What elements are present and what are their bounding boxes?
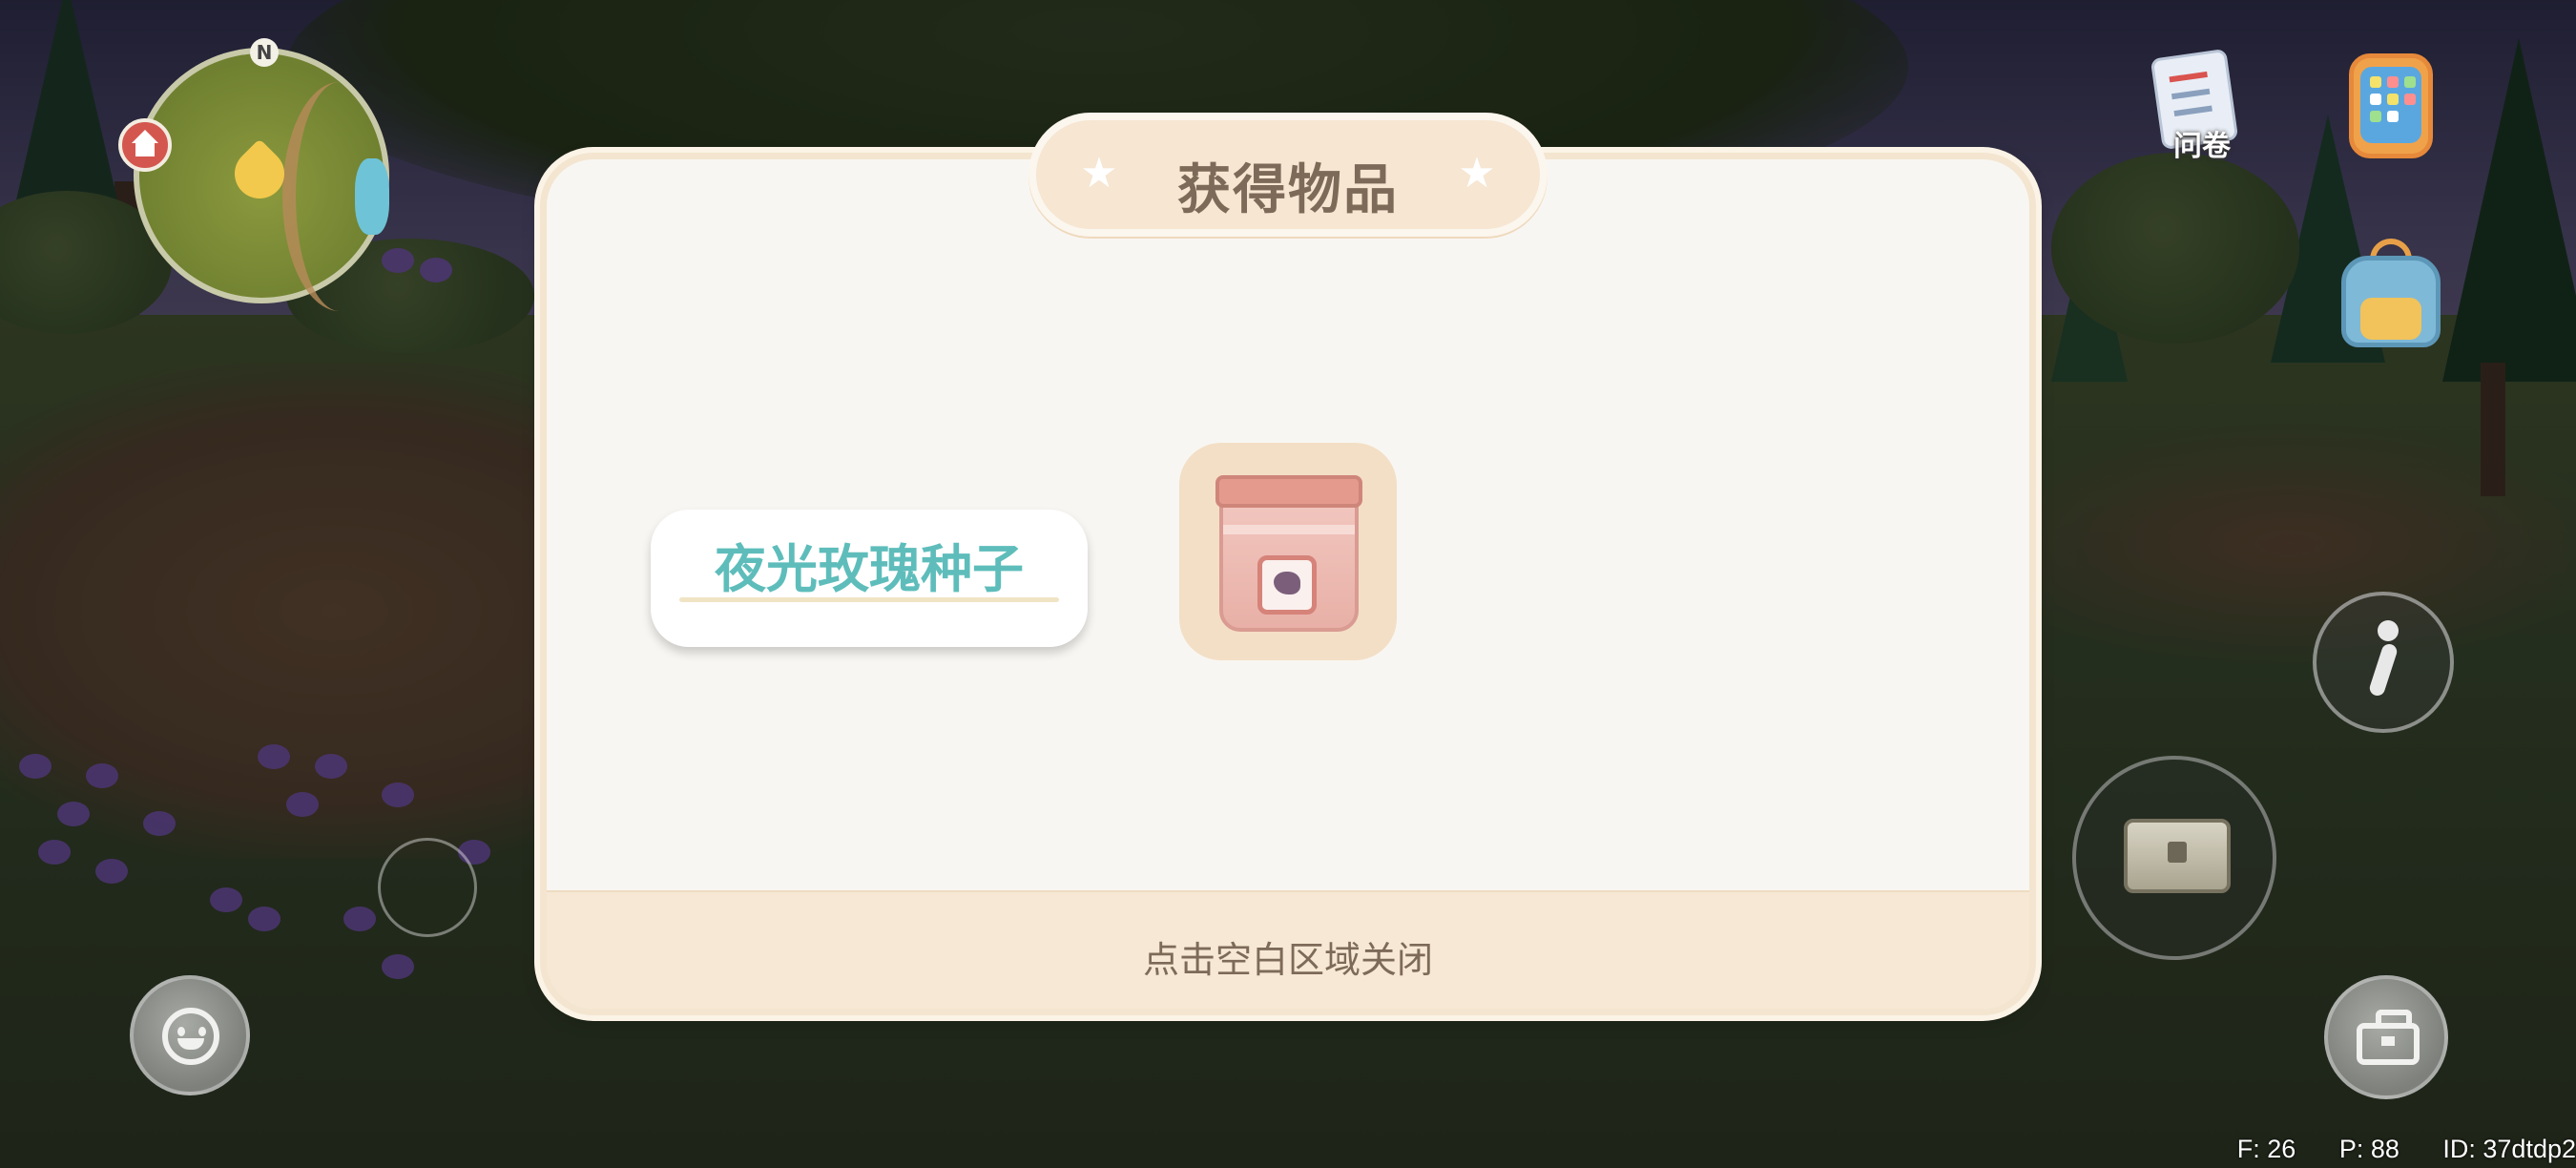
dance-figure-icon — [2360, 620, 2408, 708]
survey-button[interactable]: 问卷 — [2147, 48, 2252, 164]
debug-stats: F: 26 P: 88 ID: 37dtdp2 — [2201, 1135, 2576, 1164]
toolbox-button[interactable] — [2324, 975, 2448, 1099]
item-name-underline — [679, 597, 1059, 602]
minimap-water — [355, 158, 389, 235]
dialog-footer[interactable]: 点击空白区域关闭 — [547, 890, 2029, 1009]
emote-button[interactable] — [130, 975, 250, 1095]
smiley-face-icon — [162, 1008, 219, 1065]
backpack-pocket — [2360, 298, 2421, 340]
seed-bag-label — [1257, 555, 1317, 615]
backpack-button[interactable] — [2336, 239, 2446, 351]
seed-bag-stripe — [1223, 525, 1355, 534]
item-name: 夜光玫瑰种子 — [715, 539, 1024, 599]
phone-button[interactable] — [2349, 53, 2439, 164]
session-id-readout: ID: 37dtdp2 — [2442, 1135, 2576, 1163]
item-name-card: 夜光玫瑰种子 — [651, 510, 1088, 647]
seed-bag-icon — [1215, 469, 1362, 634]
phone-screen — [2360, 67, 2421, 143]
compass-north-indicator: N — [250, 38, 279, 67]
storage-chest-button[interactable] — [2072, 756, 2276, 960]
fps-readout: F: 26 — [2236, 1135, 2296, 1163]
dance-button[interactable] — [2313, 592, 2454, 733]
star-icon: ★ — [1458, 149, 1496, 198]
ping-readout: P: 88 — [2338, 1135, 2399, 1163]
minimap[interactable] — [134, 48, 389, 311]
toolbox-icon — [2357, 1010, 2420, 1065]
seed-bag-rim — [1215, 475, 1362, 508]
survey-label: 问卷 — [2173, 130, 2231, 163]
dialog-title-plate: ★ 获得物品 ★ — [1028, 113, 1548, 237]
item-icon-slot[interactable] — [1179, 443, 1397, 660]
close-hint-text: 点击空白区域关闭 — [1142, 939, 1433, 981]
storage-chest-icon — [2124, 819, 2231, 893]
movement-joystick[interactable] — [378, 838, 477, 937]
home-icon[interactable] — [118, 118, 172, 172]
